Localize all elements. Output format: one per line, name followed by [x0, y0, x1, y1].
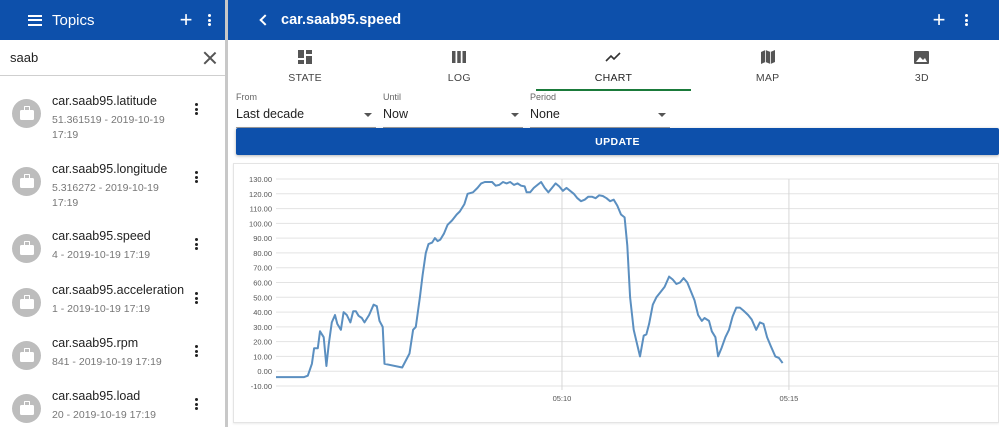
dropdown-arrow-icon: [658, 113, 666, 117]
menu-icon[interactable]: [28, 14, 42, 26]
y-tick-label: 80.00: [253, 249, 272, 258]
topic-detail: 5.316272 - 2019-10-19 17:19: [52, 182, 159, 209]
main-more-icon[interactable]: [965, 14, 968, 26]
y-tick-label: 90.00: [253, 234, 272, 243]
sidebar-title: Topics: [52, 11, 95, 29]
briefcase-icon: [12, 99, 41, 128]
sidebar-appbar: Topics +: [0, 0, 225, 40]
speed-series-line: [276, 181, 784, 379]
briefcase-icon: [12, 167, 41, 196]
tab-label: LOG: [447, 72, 471, 84]
line-chart-icon: [605, 49, 622, 65]
briefcase-icon: [12, 394, 41, 423]
sidebar-more-icon[interactable]: [207, 14, 211, 26]
clear-search-icon[interactable]: [203, 51, 217, 65]
topic-detail: 4 - 2019-10-19 17:19: [52, 249, 151, 261]
topic-name: car.saab95.acceleration: [52, 283, 185, 297]
topic-detail: 51.361519 - 2019-10-19 17:19: [52, 114, 165, 141]
topics-sidebar: Topics + car.saab95.latitude 51.361519 -…: [0, 0, 225, 427]
tab-label: MAP: [755, 72, 780, 84]
from-value: Last decade: [236, 107, 305, 121]
until-select[interactable]: Until Now: [383, 92, 523, 128]
y-tick-label: 0.00: [257, 367, 272, 376]
y-tick-label: 120.00: [249, 190, 272, 199]
y-tick-label: 30.00: [253, 323, 272, 332]
map-icon: [760, 49, 775, 65]
more-vert-icon[interactable]: [195, 398, 198, 410]
more-vert-icon[interactable]: [195, 103, 198, 115]
list-item[interactable]: car.saab95.longitude 5.316272 - 2019-10-…: [0, 162, 225, 214]
more-vert-icon[interactable]: [195, 171, 198, 183]
main-appbar: car.saab95.speed +: [228, 0, 999, 40]
topic-name: car.saab95.speed: [52, 229, 151, 243]
tab-3d[interactable]: 3D: [845, 40, 999, 92]
tab-label: 3D: [914, 72, 929, 84]
y-tick-label: -10.00: [251, 382, 272, 391]
y-tick-label: 60.00: [253, 279, 272, 288]
topic-detail: 841 - 2019-10-19 17:19: [52, 356, 162, 368]
topic-name: car.saab95.longitude: [52, 162, 168, 176]
tab-chart[interactable]: CHART: [536, 40, 691, 92]
page-title: car.saab95.speed: [281, 12, 402, 28]
list-item[interactable]: car.saab95.rpm 841 - 2019-10-19 17:19: [0, 336, 225, 388]
back-icon[interactable]: [259, 14, 271, 26]
topic-name: car.saab95.latitude: [52, 94, 157, 108]
x-tick-label: 05:15: [780, 394, 799, 403]
search-input[interactable]: [10, 50, 203, 65]
topic-name: car.saab95.load: [52, 389, 141, 403]
topic-detail: 1 - 2019-10-19 17:19: [52, 303, 151, 315]
briefcase-icon: [12, 234, 41, 263]
search-bar: [0, 40, 225, 76]
tab-label: STATE: [288, 72, 322, 84]
period-value: None: [530, 107, 560, 121]
y-tick-label: 20.00: [253, 338, 272, 347]
y-tick-label: 70.00: [253, 264, 272, 273]
tab-map[interactable]: MAP: [691, 40, 845, 92]
columns-icon: [452, 49, 467, 65]
topic-detail: 20 - 2019-10-19 17:19: [52, 409, 156, 421]
y-tick-label: 110.00: [250, 205, 272, 214]
list-item[interactable]: car.saab95.latitude 51.361519 - 2019-10-…: [0, 94, 225, 146]
more-vert-icon[interactable]: [195, 345, 198, 357]
tab-state[interactable]: STATE: [228, 40, 382, 92]
image-icon: [914, 49, 930, 65]
topic-detail-panel: car.saab95.speed + STATE LOG CHART MAP 3…: [228, 0, 999, 427]
y-tick-label: 50.00: [253, 293, 272, 302]
x-tick-label: 05:10: [553, 394, 572, 403]
briefcase-icon: [12, 288, 41, 317]
y-tick-label: 10.00: [253, 352, 272, 361]
from-select[interactable]: From Last decade: [236, 92, 376, 128]
from-caption: From: [236, 92, 257, 102]
tab-log[interactable]: LOG: [382, 40, 536, 92]
list-item[interactable]: car.saab95.speed 4 - 2019-10-19 17:19: [0, 229, 225, 281]
speed-chart: -10.00 0.00 10.00 20.00 30.00 40.00 50.00 60.00…: [249, 175, 999, 403]
y-tick-label: 130.00: [249, 175, 272, 184]
more-vert-icon[interactable]: [195, 238, 198, 250]
list-item[interactable]: car.saab95.load 20 - 2019-10-19 17:19: [0, 389, 225, 427]
dropdown-arrow-icon: [364, 113, 372, 117]
briefcase-icon: [12, 341, 41, 370]
add-icon[interactable]: +: [929, 9, 949, 31]
topic-name: car.saab95.rpm: [52, 336, 139, 350]
period-caption: Period: [530, 92, 557, 102]
y-tick-label: 100.00: [249, 219, 272, 228]
dashboard-icon: [298, 49, 313, 65]
update-button[interactable]: UPDATE: [236, 128, 999, 155]
tab-label: CHART: [594, 72, 633, 84]
period-select[interactable]: Period None: [530, 92, 670, 128]
list-item[interactable]: car.saab95.acceleration 1 - 2019-10-19 1…: [0, 283, 225, 335]
y-tick-label: 40.00: [253, 308, 272, 317]
chart-card: -10.00 0.00 10.00 20.00 30.00 40.00 50.00 60.00…: [233, 163, 999, 423]
dropdown-arrow-icon: [511, 113, 519, 117]
view-tabs: STATE LOG CHART MAP 3D: [228, 40, 999, 92]
add-topic-icon[interactable]: +: [176, 9, 196, 31]
until-value: Now: [383, 107, 409, 121]
until-caption: Until: [383, 92, 402, 102]
more-vert-icon[interactable]: [195, 292, 198, 304]
